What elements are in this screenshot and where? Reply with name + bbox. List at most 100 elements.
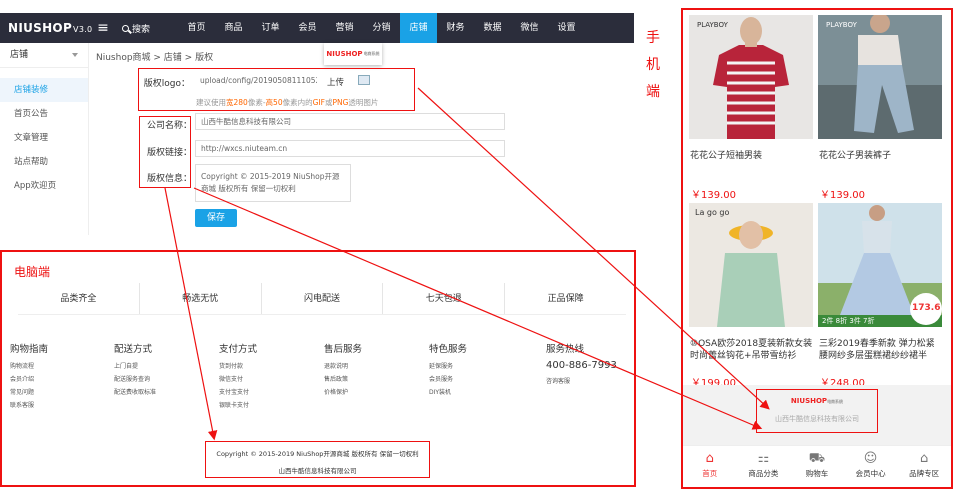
search-icon (122, 24, 129, 32)
mobile-label: 手机端 (645, 25, 661, 106)
mobile-tab[interactable]: ⚏ 商品分类 (737, 446, 791, 487)
link-input[interactable]: http://wxcs.niuteam.cn (195, 140, 505, 157)
footer-column-title: 购物指南 (10, 344, 49, 355)
footer-column-title: 特色服务 (429, 344, 468, 355)
product-name: 花花公子短袖男装 (690, 151, 763, 161)
footer-link[interactable]: 配送服务查询 (114, 373, 156, 386)
sidebar-item[interactable]: 站点帮助 (0, 150, 88, 174)
service-item: 畅选无忧 (138, 283, 261, 314)
mobile-tab-label: 商品分类 (748, 469, 779, 478)
info-textarea[interactable]: Copyright © 2015-2019 NiuShop开源 商城 版权所有 保… (195, 164, 351, 202)
footer-column: 售后服务退款说明 售后政策 价格保护 (324, 341, 362, 399)
nav-item[interactable]: 营销 (326, 13, 363, 43)
hotline-link[interactable]: 咨询客服 (546, 375, 617, 388)
footer-link[interactable]: 银联卡支付 (219, 399, 257, 412)
footer-column: 配送方式上门自提 配送服务查询 配送费收取标准 (114, 341, 156, 399)
fields-highlight-box (139, 116, 191, 188)
nav-item[interactable]: 微信 (511, 13, 548, 43)
user-icon: ☺ (863, 451, 878, 466)
footer-link[interactable]: 购物流程 (10, 360, 48, 373)
niushop-logo[interactable]: NIUSHOPV3.0 (0, 21, 92, 35)
footer-link[interactable]: 售后政策 (324, 373, 362, 386)
footer-link[interactable]: 货到付款 (219, 360, 257, 373)
footer-link[interactable]: 上门自提 (114, 360, 156, 373)
service-item: 七天包退 (382, 283, 504, 314)
product-name: ⑩OSA欧莎2018夏装新款女装时尚蕾丝钩花+吊带雪纺衫 (690, 339, 813, 361)
pc-company-text: 山西牛酷信息科技有限公司 (278, 467, 357, 475)
mobile-tab[interactable]: ☺ 会员中心 (844, 446, 898, 487)
menu-icon[interactable]: ≡ (88, 20, 118, 36)
mobile-label-char: 手 (646, 30, 660, 46)
sidebar-item[interactable]: 店铺装修 (0, 78, 88, 102)
sidebar-item[interactable]: App欢迎页 (0, 174, 88, 198)
lace-top-image: La go go (689, 203, 813, 327)
product-image: La go go (689, 203, 813, 327)
sidebar-item[interactable]: 首页公告 (0, 102, 88, 126)
promo-banner: 2件 8折 3件 7折 (822, 317, 875, 325)
nav-item[interactable]: 分销 (363, 13, 400, 43)
company-input[interactable]: 山西牛酷信息科技有限公司 (195, 113, 505, 130)
svg-text:PLAYBOY: PLAYBOY (697, 21, 729, 29)
nav-item[interactable]: 订单 (252, 13, 289, 43)
mobile-tab[interactable]: ⛟ 购物车 (790, 446, 844, 487)
product-name: 三彩2019春季新款 弹力松紧腰网纱多层蛋糕裙纱纱裙半 (819, 339, 935, 361)
product-name: 花花公子男装裤子 (819, 151, 892, 161)
footer-link[interactable]: 联系客服 (10, 399, 48, 412)
footer-link[interactable]: 会员介绍 (10, 373, 48, 386)
nav-item[interactable]: 财务 (437, 13, 474, 43)
cart-icon: ⛟ (808, 451, 826, 466)
hotline-number: 400-886-7993 (546, 360, 617, 371)
brand-icon: ⌂ (920, 451, 929, 466)
service-item: 闪电配送 (260, 283, 383, 314)
product-card[interactable]: La go go ⑩OSA欧莎2018夏装新款女装时尚蕾丝钩花+吊带雪纺衫 ￥1… (689, 203, 813, 389)
product-card[interactable]: PLAYBOY 花花公子短袖男装 ￥139.00 (689, 15, 813, 201)
nav-item[interactable]: 设置 (548, 13, 585, 43)
search-nav-button[interactable]: 搜索 (118, 22, 178, 35)
product-card[interactable]: PLAYBOY 花花公子男装裤子 ￥139.00 (818, 15, 942, 201)
hotline-column: 服务热线 400-886-7993 咨询客服 (546, 341, 617, 388)
service-row: 品类齐全 畅选无忧 闪电配送 七天包退 正品保障 (18, 283, 626, 315)
mobile-tab-bar: ⌂ 首页 ⚏ 商品分类 ⛟ 购物车 ☺ 会员中心 ⌂ 品牌专区 (683, 445, 951, 487)
footer-link[interactable]: 延保服务 (429, 360, 467, 373)
footer-column-title: 支付方式 (219, 344, 258, 355)
nav-item[interactable]: 首页 (178, 13, 215, 43)
mobile-label-char: 端 (646, 84, 660, 100)
mobile-tab[interactable]: ⌂ 首页 (683, 446, 737, 487)
mobile-tab-label: 会员中心 (855, 469, 886, 478)
sidebar-store-selector[interactable]: 店铺 (0, 43, 88, 68)
footer-link[interactable]: 价格保护 (324, 386, 362, 399)
product-image: 2件 8折 3件 7折 173.6 (818, 203, 942, 327)
striped-shirt-image: PLAYBOY (689, 15, 813, 139)
mobile-copyright-box: NIUSHOP电商系统 山西牛酷信息科技有限公司 (756, 389, 878, 433)
product-price: ￥139.00 (691, 190, 736, 201)
nav-item[interactable]: 店铺 (400, 13, 437, 43)
sidebar-item[interactable]: 文章管理 (0, 126, 88, 150)
screenshot-canvas: NIUSHOPV3.0 ≡ 搜索 首页 商品 订单 会员 营销 分销 店铺 财务 数据 微信 设置 … (0, 0, 961, 497)
footer-column-title: 配送方式 (114, 344, 153, 355)
footer-link[interactable]: 支付宝支付 (219, 386, 257, 399)
category-icon: ⚏ (757, 451, 770, 466)
service-item: 正品保障 (504, 283, 626, 314)
sidebar: 店铺 店铺装修 首页公告 文章管理 站点帮助 App欢迎页 (0, 43, 89, 235)
promo-price: 173.6 (912, 303, 941, 313)
footer-link[interactable]: DIY装机 (429, 386, 467, 399)
nav-item[interactable]: 数据 (474, 13, 511, 43)
product-card[interactable]: 2件 8折 3件 7折 173.6 三彩2019春季新款 弹力松紧腰网纱多层蛋糕… (818, 203, 942, 389)
product-image: PLAYBOY (818, 15, 942, 139)
footer-link[interactable]: 退款说明 (324, 360, 362, 373)
footer-link[interactable]: 会员服务 (429, 373, 467, 386)
service-item: 品类齐全 (60, 294, 97, 304)
mobile-footer-company: 山西牛酷信息科技有限公司 (775, 415, 859, 423)
nav-item[interactable]: 商品 (215, 13, 252, 43)
footer-link[interactable]: 配送费收取标准 (114, 386, 156, 399)
mobile-tab[interactable]: ⌂ 品牌专区 (897, 446, 951, 487)
footer-column: 购物指南购物流程 会员介绍 常见问题 联系客服 (10, 341, 48, 412)
save-button[interactable]: 保存 (195, 209, 237, 227)
footer-column-title: 售后服务 (324, 344, 363, 355)
footer-link[interactable]: 常见问题 (10, 386, 48, 399)
jeans-image: PLAYBOY (818, 15, 942, 139)
pc-label: 电脑端 (14, 265, 51, 279)
footer-link[interactable]: 微信支付 (219, 373, 257, 386)
nav-item[interactable]: 会员 (289, 13, 326, 43)
product-price: ￥139.00 (820, 190, 865, 201)
